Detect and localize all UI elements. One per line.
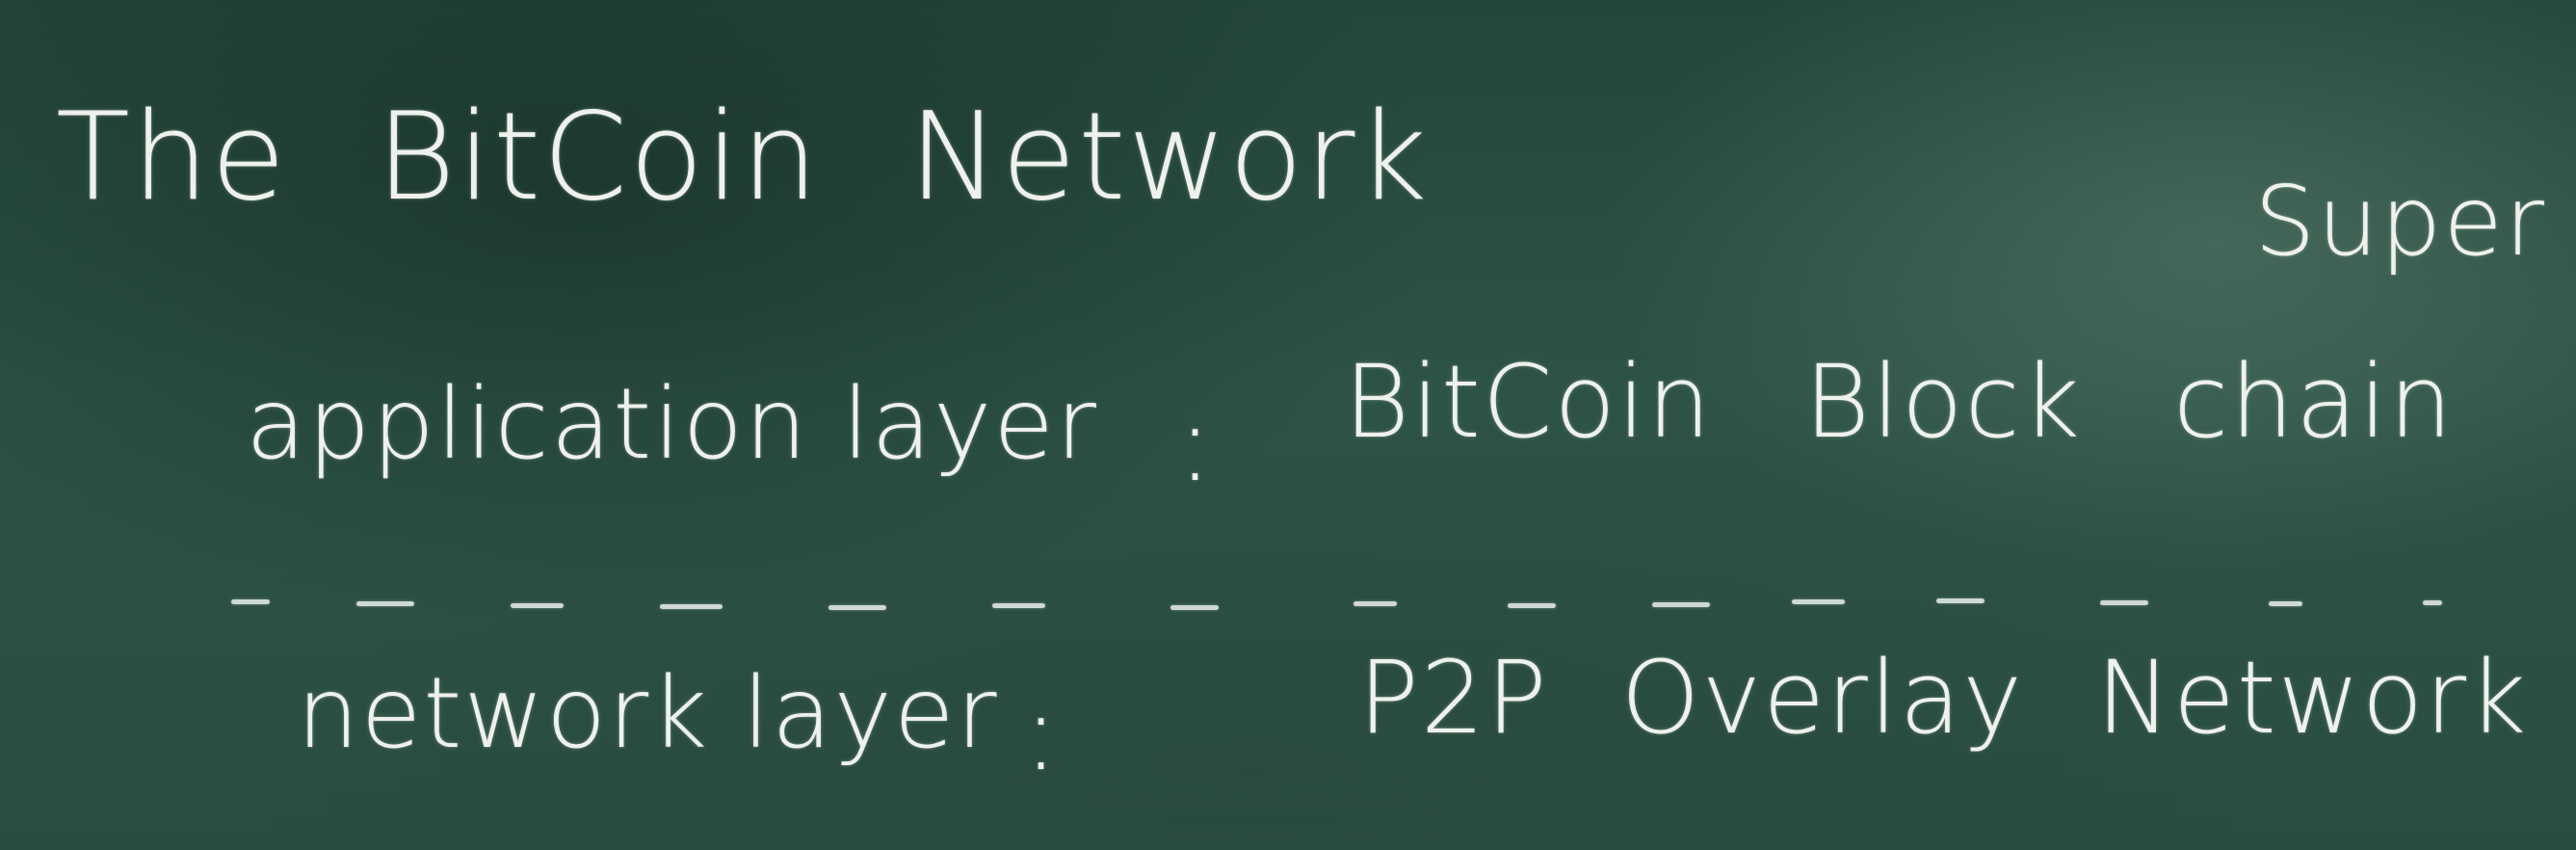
divider-dash: [992, 603, 1045, 608]
divider-dash: [1508, 603, 1556, 608]
divider-dash: [828, 605, 886, 610]
divider-dash: [2100, 600, 2148, 605]
divider-dash: [1354, 601, 1397, 606]
divider-dash: [2269, 601, 2302, 606]
divider-dash: [511, 603, 564, 608]
network-layer-value: P2P Overlay Network: [1358, 639, 2529, 757]
divider-dash: [2423, 600, 2442, 605]
application-layer-label: application layer: [246, 367, 1098, 482]
divider-dash: [1652, 602, 1710, 607]
application-layer-separator: :: [1177, 382, 1216, 505]
chalkboard: The BitCoin Network Super application la…: [0, 0, 2576, 850]
divider-dash: [231, 599, 270, 604]
divider-dash: [1792, 599, 1845, 604]
layer-divider: [231, 586, 2505, 615]
divider-dash: [1936, 598, 1985, 603]
divider-dash: [1170, 605, 1219, 610]
application-layer-value: BitCoin Block chain: [1344, 343, 2455, 461]
network-layer-label: network layer: [297, 656, 999, 771]
divider-dash: [660, 604, 723, 609]
network-layer-separator: :: [1023, 671, 1062, 794]
divider-dash: [356, 601, 414, 606]
corner-note: Super: [2254, 165, 2546, 278]
board-title: The BitCoin Network: [56, 86, 1430, 227]
